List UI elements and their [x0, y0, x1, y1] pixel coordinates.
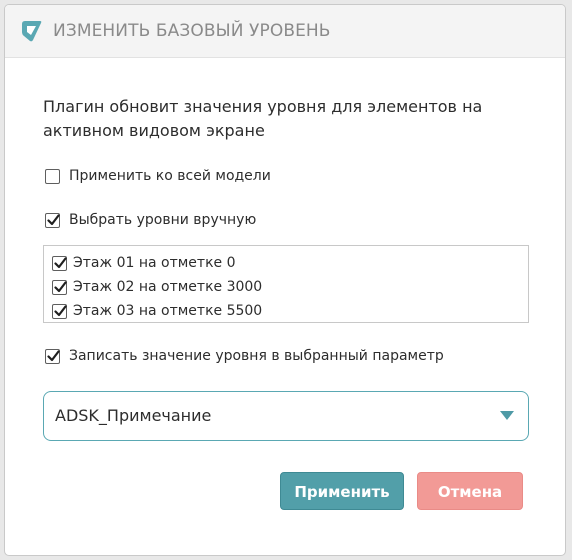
title-bar: ИЗМЕНИТЬ БАЗОВЫЙ УРОВЕНЬ [5, 5, 565, 58]
cancel-button[interactable]: Отмена [417, 472, 523, 510]
level-checkbox[interactable] [52, 303, 67, 319]
level-item[interactable]: Этаж 03 на отметке 5500 [52, 303, 262, 319]
app-logo-icon [18, 18, 44, 44]
checkmark-icon [54, 256, 67, 268]
select-levels-manually-label: Выбрать уровни вручную [69, 212, 257, 228]
level-item[interactable]: Этаж 02 на отметке 3000 [52, 279, 262, 295]
parameter-select-value: ADSK_Примечание [55, 406, 212, 425]
parameter-select[interactable]: ADSK_Примечание [43, 391, 529, 441]
chevron-down-icon[interactable] [500, 411, 514, 420]
level-checkbox[interactable] [52, 255, 67, 271]
apply-whole-model-checkbox[interactable] [45, 168, 60, 184]
checkmark-icon [47, 349, 60, 361]
level-label: Этаж 02 на отметке 3000 [73, 279, 263, 295]
checkmark-icon [54, 304, 67, 316]
change-base-level-dialog: ИЗМЕНИТЬ БАЗОВЫЙ УРОВЕНЬ Плагин обновит … [4, 4, 566, 556]
checkmark-icon [47, 213, 60, 225]
dialog-title: ИЗМЕНИТЬ БАЗОВЫЙ УРОВЕНЬ [53, 21, 331, 41]
write-to-parameter-option[interactable]: Записать значение уровня в выбранный пар… [45, 348, 444, 364]
write-to-parameter-checkbox[interactable] [45, 348, 60, 364]
checkmark-icon [54, 280, 67, 292]
level-checkbox[interactable] [52, 279, 67, 295]
select-levels-manually-option[interactable]: Выбрать уровни вручную [45, 212, 256, 228]
level-label: Этаж 01 на отметке 0 [73, 255, 236, 271]
levels-list[interactable]: Этаж 01 на отметке 0 Этаж 02 на отметке … [43, 245, 529, 323]
apply-whole-model-label: Применить ко всей модели [69, 168, 271, 184]
level-label: Этаж 03 на отметке 5500 [73, 303, 263, 319]
apply-whole-model-option[interactable]: Применить ко всей модели [45, 168, 271, 184]
select-levels-manually-checkbox[interactable] [45, 212, 60, 228]
apply-button[interactable]: Применить [280, 472, 404, 510]
description-text: Плагин обновит значения уровня для элеме… [43, 97, 483, 140]
level-item[interactable]: Этаж 01 на отметке 0 [52, 255, 236, 271]
write-to-parameter-label: Записать значение уровня в выбранный пар… [69, 348, 444, 364]
